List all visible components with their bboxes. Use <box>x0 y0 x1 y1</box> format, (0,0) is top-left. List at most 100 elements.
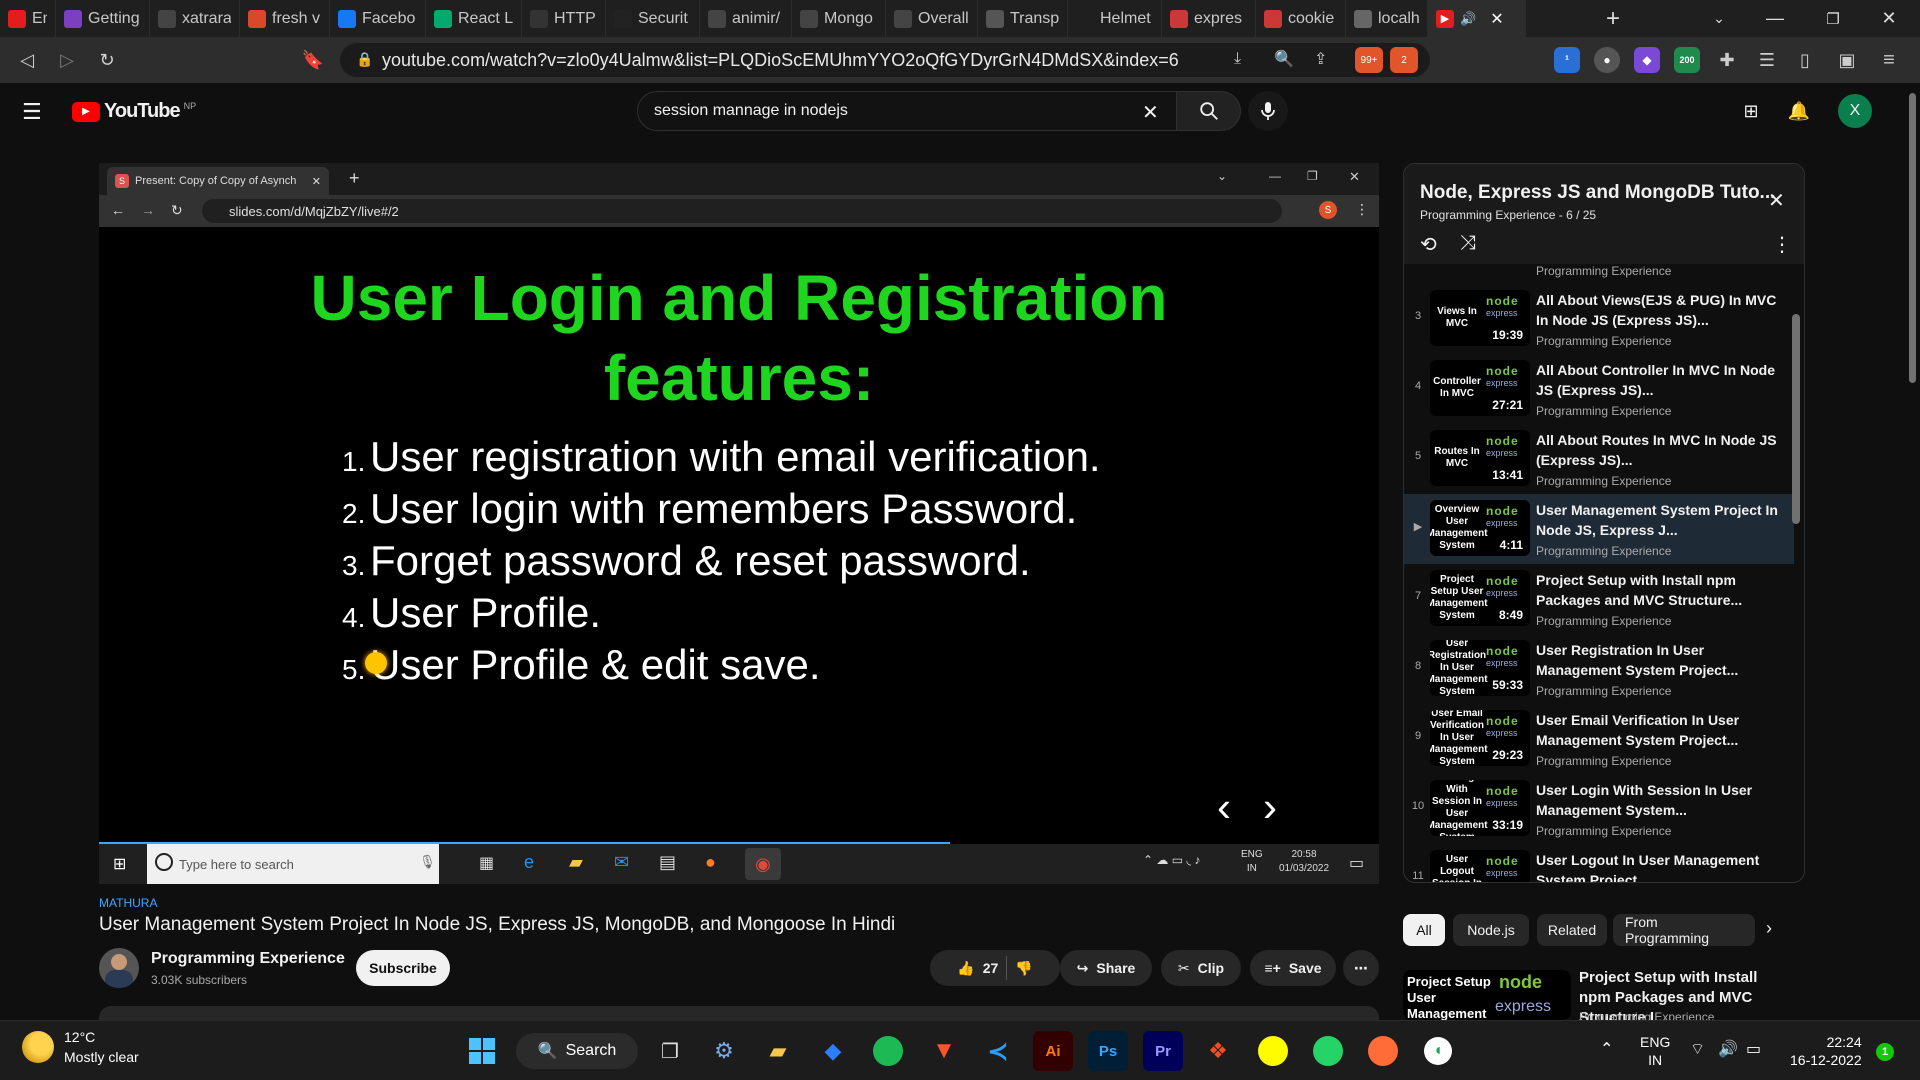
weather-moon-icon[interactable] <box>22 1031 54 1063</box>
filter-chip[interactable]: From Programming <box>1613 914 1755 946</box>
new-tab-button[interactable]: + <box>1590 0 1636 37</box>
playlist-item-title[interactable]: User Login With Session In User Manageme… <box>1536 780 1786 820</box>
extension-badge-icon[interactable]: 200 <box>1674 47 1700 73</box>
browser-tab[interactable]: Mongo <box>792 0 886 37</box>
browser-tab[interactable]: cookie <box>1256 0 1346 37</box>
browser-tab[interactable]: Overall <box>886 0 978 37</box>
related-video-thumbnail[interactable]: Project Setup User Management node expre… <box>1403 970 1571 1020</box>
playlist-menu-icon[interactable]: ⋮ <box>1772 232 1792 257</box>
browser-tab[interactable]: fresh v <box>240 0 330 37</box>
share-icon[interactable]: ⇪ <box>1314 49 1327 69</box>
language-indicator[interactable]: ENG IN <box>1640 1033 1670 1069</box>
playlist-item[interactable]: 3 Views In MVC node express 19:39 All About V… <box>1404 284 1794 354</box>
forward-button[interactable]: ▷ <box>52 45 82 75</box>
page-scrollbar-thumb[interactable] <box>1909 93 1916 383</box>
address-bar[interactable]: 🔒 youtube.com/watch?v=zlo0y4Ualmw&list=P… <box>340 43 1430 77</box>
playlist-item[interactable]: 7 Project Setup User Management System nod… <box>1404 564 1794 634</box>
playlist-item-title[interactable]: User Logout In User Management System Pr… <box>1536 850 1786 882</box>
hamburger-menu-icon[interactable]: ☰ <box>22 99 42 125</box>
taskbar-clock[interactable]: 22:24 16-12-2022 <box>1790 1033 1862 1069</box>
bookmark-icon[interactable]: 🔖 <box>298 45 328 75</box>
filter-chip[interactable]: Related <box>1537 914 1607 946</box>
battery-icon[interactable]: ▭ <box>1746 1039 1761 1059</box>
playlist-channel[interactable]: Programming Experience <box>1420 208 1555 222</box>
close-tab-icon[interactable]: ✕ <box>1490 9 1503 29</box>
reading-list-icon[interactable]: ☰ <box>1754 47 1780 73</box>
video-player[interactable]: S Present: Copy of Copy of Asynch ✕ + ⌄ … <box>99 163 1379 884</box>
minimize-button[interactable]: — <box>1752 0 1798 37</box>
notification-badge[interactable]: 1 <box>1876 1043 1894 1061</box>
browser-tab[interactable]: Getting <box>56 0 150 37</box>
loop-icon[interactable]: ⟲ <box>1420 232 1437 257</box>
premiere-icon[interactable]: Pr <box>1143 1031 1183 1071</box>
brave-rewards-icon[interactable]: 2 <box>1390 47 1418 73</box>
close-playlist-icon[interactable]: ✕ <box>1768 188 1785 213</box>
weather-description[interactable]: Mostly clear <box>64 1049 139 1065</box>
browser-tab[interactable]: React L <box>426 0 522 37</box>
playlist-item[interactable]: 9 User Email Verification In User Managem… <box>1404 704 1794 774</box>
brave-browser-icon[interactable]: ▼ <box>924 1031 964 1071</box>
playlist-item-title[interactable]: Project Setup with Install npm Packages … <box>1536 570 1786 610</box>
playlist-item[interactable]: 5 Routes In MVC node express 13:41 All About … <box>1404 424 1794 494</box>
spotify-icon[interactable] <box>868 1031 908 1071</box>
postman-icon[interactable] <box>1363 1031 1403 1071</box>
vscode-icon[interactable]: ≺ <box>978 1031 1018 1071</box>
browser-tab[interactable]: localho <box>1346 0 1428 37</box>
wifi-icon[interactable]: ⌔ <box>1690 1039 1705 1059</box>
whatsapp-icon[interactable] <box>1308 1031 1348 1071</box>
tab-active-youtube[interactable]: ▶ 🔊 ✕ <box>1428 0 1526 37</box>
speaker-icon[interactable]: 🔊 <box>1460 11 1476 27</box>
browser-tab[interactable]: Helmet <box>1068 0 1162 37</box>
illustrator-icon[interactable]: Ai <box>1033 1031 1073 1071</box>
clip-button[interactable]: ✂ Clip <box>1161 950 1241 986</box>
channel-name[interactable]: Programming Experience <box>151 950 345 968</box>
mongodb-compass-icon[interactable]: ◖ <box>1418 1031 1458 1071</box>
playlist-item-title[interactable]: All About Views(EJS & PUG) In MVC In Nod… <box>1536 290 1786 330</box>
task-view-icon[interactable]: ❐ <box>650 1031 690 1071</box>
settings-gear-icon[interactable]: ⚙ <box>704 1031 744 1071</box>
playlist-title[interactable]: Node, Express JS and MongoDB Tuto... <box>1420 182 1775 204</box>
shuffle-icon[interactable]: ⤨ <box>1460 232 1476 255</box>
playlist-item[interactable]: 4 Controller In MVC node express 27:21 All Ab… <box>1404 354 1794 424</box>
side-panel-icon[interactable]: ▯ <box>1792 47 1818 73</box>
video-location-tag[interactable]: MATHURA <box>99 896 157 910</box>
like-button[interactable]: 👍 27 <box>957 960 998 977</box>
dropbox-icon[interactable]: ◆ <box>813 1031 853 1071</box>
windows-start-button[interactable] <box>462 1031 502 1071</box>
create-video-icon[interactable]: ⊞ <box>1731 91 1771 131</box>
playlist-item-thumbnail[interactable]: User Email Verification In User Manageme… <box>1430 710 1530 766</box>
extension-purple-icon[interactable]: ◆ <box>1634 47 1660 73</box>
reload-button[interactable]: ↻ <box>92 45 122 75</box>
wallet-icon[interactable]: ▣ <box>1834 47 1860 73</box>
playlist-item-thumbnail[interactable]: User Login With Session In User Manageme… <box>1430 780 1530 836</box>
playlist-item-title[interactable]: All About Routes In MVC In Node JS (Expr… <box>1536 430 1786 470</box>
extension-circle-icon[interactable]: ● <box>1594 47 1620 73</box>
close-window-button[interactable]: ✕ <box>1866 0 1912 37</box>
playlist-scrollbar[interactable] <box>1792 314 1800 524</box>
share-button[interactable]: ↪ Share <box>1060 950 1152 986</box>
browser-tab[interactable]: Transp <box>978 0 1068 37</box>
browser-tab[interactable]: Enc <box>0 0 56 37</box>
subscribe-button[interactable]: Subscribe <box>356 950 450 986</box>
playlist-item-thumbnail[interactable]: Controller In MVC node express 27:21 <box>1430 360 1530 416</box>
page-scrollbar[interactable] <box>1905 83 1920 1020</box>
browser-tab[interactable]: xatrara <box>150 0 240 37</box>
extensions-puzzle-icon[interactable]: ✚ <box>1714 47 1740 73</box>
figma-icon[interactable]: ❖ <box>1198 1031 1238 1071</box>
brave-shields-icon[interactable]: 99+ <box>1355 47 1383 73</box>
playlist-item-current[interactable]: ▶ Overview User Management System node expr… <box>1404 494 1794 564</box>
playlist-item-thumbnail[interactable]: Overview User Management System node expre… <box>1430 500 1530 556</box>
description-box[interactable] <box>99 1006 1379 1020</box>
browser-tab[interactable]: expres <box>1162 0 1256 37</box>
volume-icon[interactable]: 🔊 <box>1718 1039 1738 1059</box>
save-button[interactable]: ≡+ Save <box>1250 950 1336 986</box>
playlist-item[interactable]: 11 User Logout Session In User nodeexpress… <box>1404 844 1794 882</box>
extension-translate-icon[interactable]: ¹ <box>1554 47 1580 73</box>
playlist-item-thumbnail[interactable]: User Registration In User Management Sys… <box>1430 640 1530 696</box>
playlist-item-thumbnail[interactable]: Routes In MVC node express 13:41 <box>1430 430 1530 486</box>
playlist-item-thumbnail[interactable]: Views In MVC node express 19:39 <box>1430 290 1530 346</box>
filter-chip[interactable]: Node.js <box>1453 914 1529 946</box>
menu-icon[interactable]: ≡ <box>1876 47 1902 73</box>
restore-button[interactable]: ❐ <box>1810 0 1856 37</box>
playlist-item-title[interactable]: All About Controller In MVC In Node JS (… <box>1536 360 1786 400</box>
